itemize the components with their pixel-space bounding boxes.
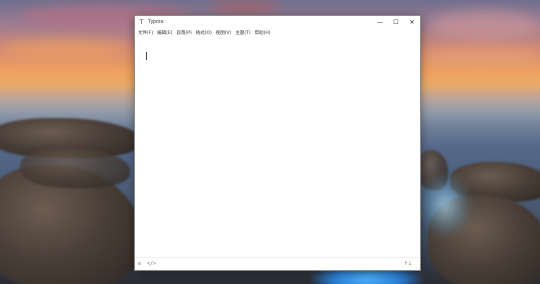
status-bar: ⊙ </> ↑↓: [135, 257, 420, 270]
outline-toggle-icon[interactable]: ⊙: [138, 261, 141, 267]
cloud-streak: [0, 40, 130, 58]
menu-view[interactable]: 视图(V): [216, 30, 232, 36]
minimize-button[interactable]: —: [372, 16, 388, 28]
menu-paragraph[interactable]: 段落(P): [176, 30, 191, 36]
title-bar[interactable]: T Typora — ☐ ✕: [135, 16, 420, 28]
source-code-icon[interactable]: </>: [147, 261, 156, 267]
rock: [20, 148, 130, 188]
menu-help[interactable]: 帮助(H): [255, 30, 271, 36]
cloud-streak: [430, 10, 540, 40]
cloud-streak: [210, 0, 280, 14]
maximize-button[interactable]: ☐: [388, 16, 404, 28]
window-controls: — ☐ ✕: [372, 16, 420, 28]
menu-bar: 文件(F) 编辑(E) 段落(P) 格式(O) 视图(V) 主题(T) 帮助(H…: [135, 28, 420, 38]
close-button[interactable]: ✕: [404, 16, 420, 28]
menu-format[interactable]: 格式(O): [196, 30, 212, 36]
sea-foam: [420, 175, 470, 235]
menu-file[interactable]: 文件(F): [138, 30, 153, 36]
typora-icon: T: [139, 18, 144, 26]
typora-window: T Typora — ☐ ✕ 文件(F) 编辑(E) 段落(P) 格式(O) 视…: [135, 16, 420, 270]
cloud-streak: [425, 48, 540, 66]
desktop-wallpaper: T Typora — ☐ ✕ 文件(F) 编辑(E) 段落(P) 格式(O) 视…: [0, 0, 540, 284]
menu-edit[interactable]: 编辑(E): [157, 30, 172, 36]
window-title: Typora: [148, 19, 164, 25]
word-count-icon[interactable]: ↑↓: [404, 258, 412, 270]
text-caret: [146, 52, 147, 60]
editor-area[interactable]: [135, 38, 420, 257]
menu-theme[interactable]: 主题(T): [235, 30, 250, 36]
